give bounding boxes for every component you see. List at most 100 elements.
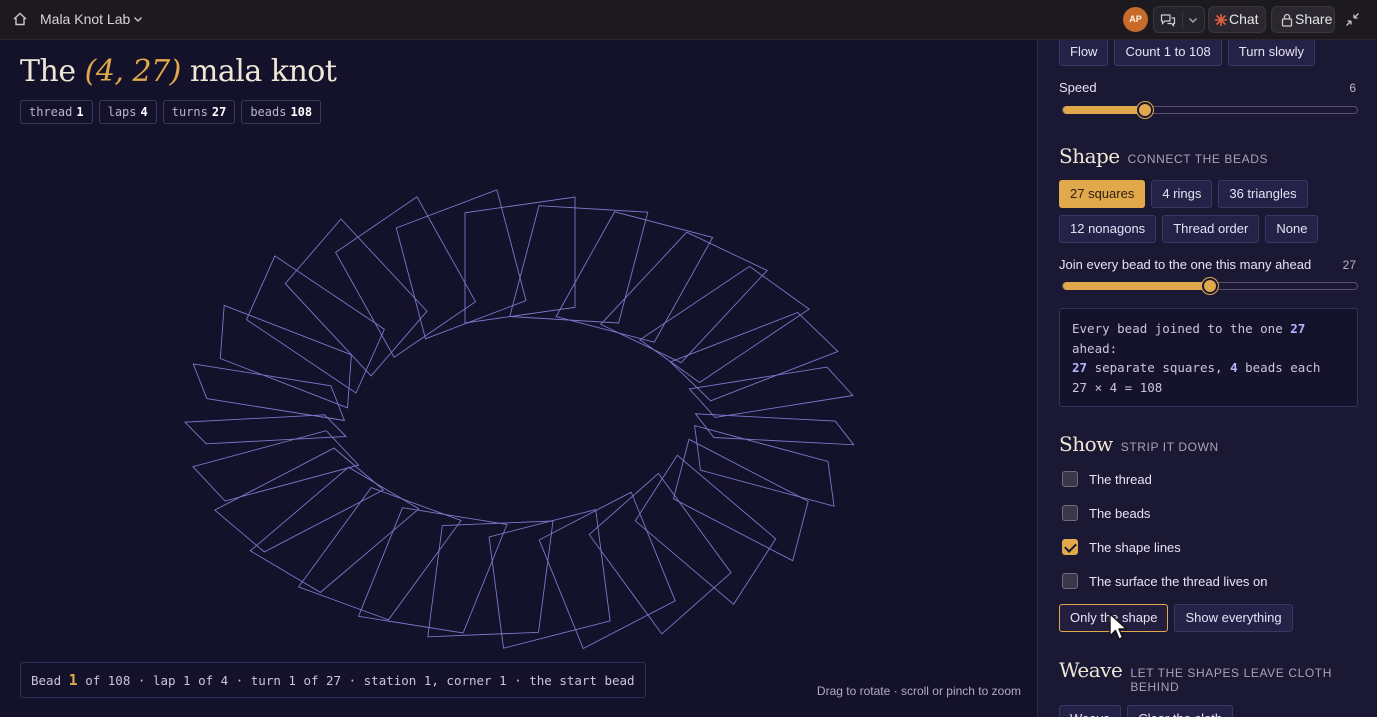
knot-square	[634, 454, 777, 605]
status-text: Bead	[31, 673, 69, 688]
count-button[interactable]: Count 1 to 108	[1114, 40, 1222, 66]
weave-section-header: Weave LET THE SHAPES LEAVE CLOTH BEHIND	[1059, 658, 1340, 694]
checkbox-label: The shape lines	[1089, 539, 1181, 555]
checkbox-label: The beads	[1089, 505, 1151, 521]
shape-buttons-row2: 12 nonagons Thread order None	[1059, 215, 1319, 243]
thread-order-button[interactable]: Thread order	[1162, 215, 1260, 243]
lock-icon	[1281, 13, 1293, 27]
knot-square	[213, 447, 385, 553]
home-icon[interactable]	[12, 11, 28, 27]
chip-value: 4	[140, 105, 148, 119]
flow-button[interactable]: Flow	[1059, 40, 1109, 66]
knot-square	[249, 466, 420, 593]
checkbox[interactable]	[1062, 471, 1078, 487]
shape-rings-button[interactable]: 4 rings	[1151, 180, 1213, 208]
slider-handle[interactable]	[1137, 102, 1154, 118]
info-line: Every bead joined to the one 27	[1072, 319, 1345, 339]
only-shape-button[interactable]: Only the shape	[1059, 604, 1169, 632]
knot-square	[639, 265, 810, 384]
top-bar: Mala Knot Lab AP Chat Share	[0, 0, 1377, 40]
info-text: separate squares,	[1087, 360, 1231, 375]
knot-square	[357, 507, 508, 634]
shape-triangles-button[interactable]: 36 triangles	[1218, 180, 1308, 208]
knot-square	[335, 196, 477, 358]
conversations-button[interactable]	[1153, 6, 1205, 33]
join-slider[interactable]	[1062, 278, 1358, 294]
viewer: The (4, 27) mala knot thread 1 laps 4 turn…	[0, 40, 1037, 717]
chip-laps: laps 4	[98, 100, 157, 124]
chip-value: 27	[211, 105, 227, 119]
avatar[interactable]: AP	[1123, 7, 1148, 32]
show-section-header: Show STRIP IT DOWN	[1059, 432, 1219, 456]
chat-button[interactable]: Chat	[1208, 6, 1266, 33]
divider	[1182, 12, 1183, 28]
shape-squares-button[interactable]: 27 squares	[1059, 180, 1146, 208]
interaction-hint: Drag to rotate · scroll or pinch to zoom	[816, 684, 1021, 698]
knot-square	[245, 255, 385, 394]
clear-cloth-button[interactable]: Clear the cloth	[1127, 705, 1234, 717]
knot-square	[464, 196, 576, 324]
knot-square	[555, 211, 714, 343]
show-thread-option[interactable]: The thread	[1062, 471, 1152, 487]
chip-turns: turns 27	[162, 100, 236, 124]
conversations-icon	[1160, 14, 1176, 27]
knot-square	[599, 231, 768, 364]
chat-label: Chat	[1229, 11, 1259, 27]
knot-square	[588, 472, 732, 635]
info-text: beads each	[1237, 360, 1321, 375]
checkbox-checked[interactable]	[1062, 539, 1078, 555]
join-value: 27	[1342, 258, 1356, 272]
weave-button[interactable]: Weave	[1059, 705, 1122, 717]
shape-nonagons-button[interactable]: 12 nonagons	[1059, 215, 1157, 243]
checkbox[interactable]	[1062, 573, 1078, 589]
knot-square	[509, 205, 649, 324]
info-number: 4	[1230, 360, 1238, 375]
checkbox-label: The thread	[1089, 471, 1152, 487]
chevron-down-icon	[1189, 18, 1197, 23]
motion-buttons: Flow Count 1 to 108 Turn slowly	[1059, 40, 1316, 66]
chip-value: 108	[290, 105, 313, 119]
knot-square	[395, 189, 527, 340]
status-text: of 108 · lap 1 of 4 · turn 1 of 27 · sta…	[77, 673, 635, 688]
slider-handle[interactable]	[1202, 278, 1218, 294]
share-button[interactable]: Share	[1271, 6, 1335, 33]
show-preset-buttons: Only the shape Show everything	[1059, 604, 1293, 632]
app-title[interactable]: Mala Knot Lab	[40, 11, 130, 27]
chip-label: thread	[29, 105, 73, 119]
section-subtitle: STRIP IT DOWN	[1120, 440, 1219, 454]
shape-info-box: Every bead joined to the one 27 ahead: 2…	[1059, 308, 1358, 407]
knot-square	[427, 520, 554, 638]
chip-beads: beads 108	[241, 100, 322, 124]
chevron-down-icon[interactable]	[132, 13, 144, 25]
knot-square	[192, 430, 360, 502]
chip-thread: thread 1	[20, 100, 93, 124]
knot-square	[688, 366, 854, 418]
info-line: 27 × 4 = 108	[1072, 379, 1163, 395]
shape-section-header: Shape CONNECT THE BEADS	[1059, 144, 1268, 168]
info-number: 27	[1290, 321, 1306, 336]
collapse-icon[interactable]	[1345, 12, 1360, 27]
control-panel: Flow Count 1 to 108 Turn slowly Speed 6 …	[1037, 40, 1377, 717]
join-label: Join every bead to the one this many ahe…	[1059, 257, 1312, 272]
shape-none-button[interactable]: None	[1265, 215, 1319, 243]
turn-slowly-button[interactable]: Turn slowly	[1227, 40, 1316, 66]
knot-square	[672, 438, 809, 562]
show-surface-option[interactable]: The surface the thread lives on	[1062, 573, 1268, 589]
info-text: Every bead joined to the one	[1072, 321, 1291, 336]
show-everything-button[interactable]: Show everything	[1174, 604, 1293, 632]
slider-fill	[1063, 282, 1210, 290]
shape-buttons-row1: 27 squares 4 rings 36 triangles	[1059, 180, 1308, 208]
share-label: Share	[1295, 11, 1333, 27]
checkbox[interactable]	[1062, 505, 1078, 521]
show-beads-option[interactable]: The beads	[1062, 505, 1150, 521]
chip-label: turns	[171, 105, 208, 119]
title-prefix: The	[20, 54, 85, 89]
bead-number: 1	[68, 671, 78, 689]
stat-chips: thread 1 laps 4 turns 27 beads 108	[20, 100, 322, 124]
show-shape-lines-option[interactable]: The shape lines	[1062, 539, 1181, 555]
chip-value: 1	[76, 105, 84, 119]
speed-slider[interactable]	[1062, 102, 1358, 118]
knot-canvas[interactable]	[150, 180, 890, 660]
knot-square	[183, 414, 348, 445]
section-title: Show	[1059, 432, 1113, 456]
